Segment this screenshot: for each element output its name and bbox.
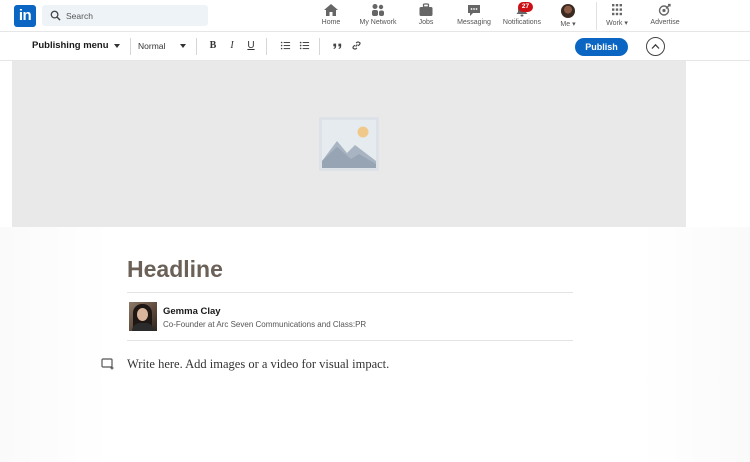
cover-image-upload[interactable] (12, 61, 686, 227)
nav-my-network[interactable]: My Network (356, 2, 400, 30)
chevron-down-icon[interactable] (114, 44, 120, 48)
home-icon (324, 4, 338, 16)
grid-icon (612, 4, 622, 16)
nav-messaging-label: Messaging (457, 19, 491, 26)
toolbar-divider (266, 38, 267, 55)
search-input[interactable] (66, 7, 202, 24)
nav-advertise-label: Advertise (650, 19, 680, 26)
nav-divider (596, 2, 597, 30)
numbered-list-button[interactable] (278, 39, 292, 53)
search-box[interactable] (42, 5, 208, 26)
nav-home-label: Home (321, 19, 341, 26)
author-headline: Co-Founder at Arc Seven Communications a… (163, 320, 367, 329)
collapse-button[interactable] (646, 37, 665, 56)
publishing-menu-button[interactable]: Publishing menu (32, 40, 109, 51)
quote-icon (332, 43, 341, 49)
message-icon (468, 5, 480, 16)
bold-button[interactable]: B (206, 39, 220, 53)
nav-jobs[interactable]: Jobs (412, 2, 440, 30)
chevron-down-icon[interactable] (180, 44, 186, 48)
publish-button[interactable]: Publish (575, 38, 628, 56)
network-icon (372, 4, 384, 16)
nav-notifications-label: Notifications (502, 19, 542, 26)
underline-button[interactable]: U (244, 39, 258, 53)
nav-work-label: Work ▾ (606, 20, 628, 27)
add-media-icon[interactable] (101, 358, 115, 370)
chevron-up-icon (651, 43, 660, 49)
editor-toolbar: Publishing menu Normal B I U Publish (0, 32, 750, 61)
author-avatar (129, 302, 157, 331)
nav-advertise[interactable]: Advertise (646, 2, 684, 30)
author-name[interactable]: Gemma Clay (163, 306, 221, 317)
quote-button[interactable] (330, 39, 344, 53)
notification-count-badge: 27 (518, 2, 533, 12)
search-icon (50, 10, 61, 21)
page-background (0, 227, 750, 462)
link-button[interactable] (349, 39, 363, 53)
toolbar-divider (319, 38, 320, 55)
image-placeholder-icon (319, 117, 379, 171)
chevron-down-icon: ▾ (572, 21, 576, 28)
avatar (561, 4, 575, 18)
top-nav: in Home My Network Jobs (0, 0, 750, 32)
bulleted-list-icon (299, 41, 309, 50)
linkedin-logo[interactable]: in (14, 5, 36, 27)
headline-input[interactable]: Headline (127, 256, 223, 283)
divider (127, 292, 573, 293)
toolbar-divider (196, 38, 197, 55)
bulleted-list-button[interactable] (297, 39, 311, 53)
nav-work[interactable]: Work ▾ (602, 2, 632, 30)
nav-home[interactable]: Home (316, 2, 346, 30)
italic-button[interactable]: I (225, 39, 239, 53)
advertise-icon (658, 3, 671, 16)
nav-messaging[interactable]: Messaging (454, 2, 494, 30)
nav-me-label: Me ▾ (560, 21, 576, 28)
chevron-down-icon: ▾ (624, 20, 628, 27)
nav-notifications[interactable]: 27 Notifications (500, 2, 544, 30)
article-body-input[interactable]: Write here. Add images or a video for vi… (127, 357, 389, 372)
text-style-select[interactable]: Normal (138, 41, 165, 51)
numbered-list-icon (280, 41, 290, 50)
briefcase-icon (419, 3, 433, 16)
divider (127, 340, 573, 341)
nav-me[interactable]: Me ▾ (556, 2, 580, 30)
nav-my-network-label: My Network (359, 19, 397, 26)
toolbar-divider (130, 38, 131, 55)
nav-jobs-label: Jobs (418, 19, 434, 26)
link-icon (351, 41, 361, 50)
